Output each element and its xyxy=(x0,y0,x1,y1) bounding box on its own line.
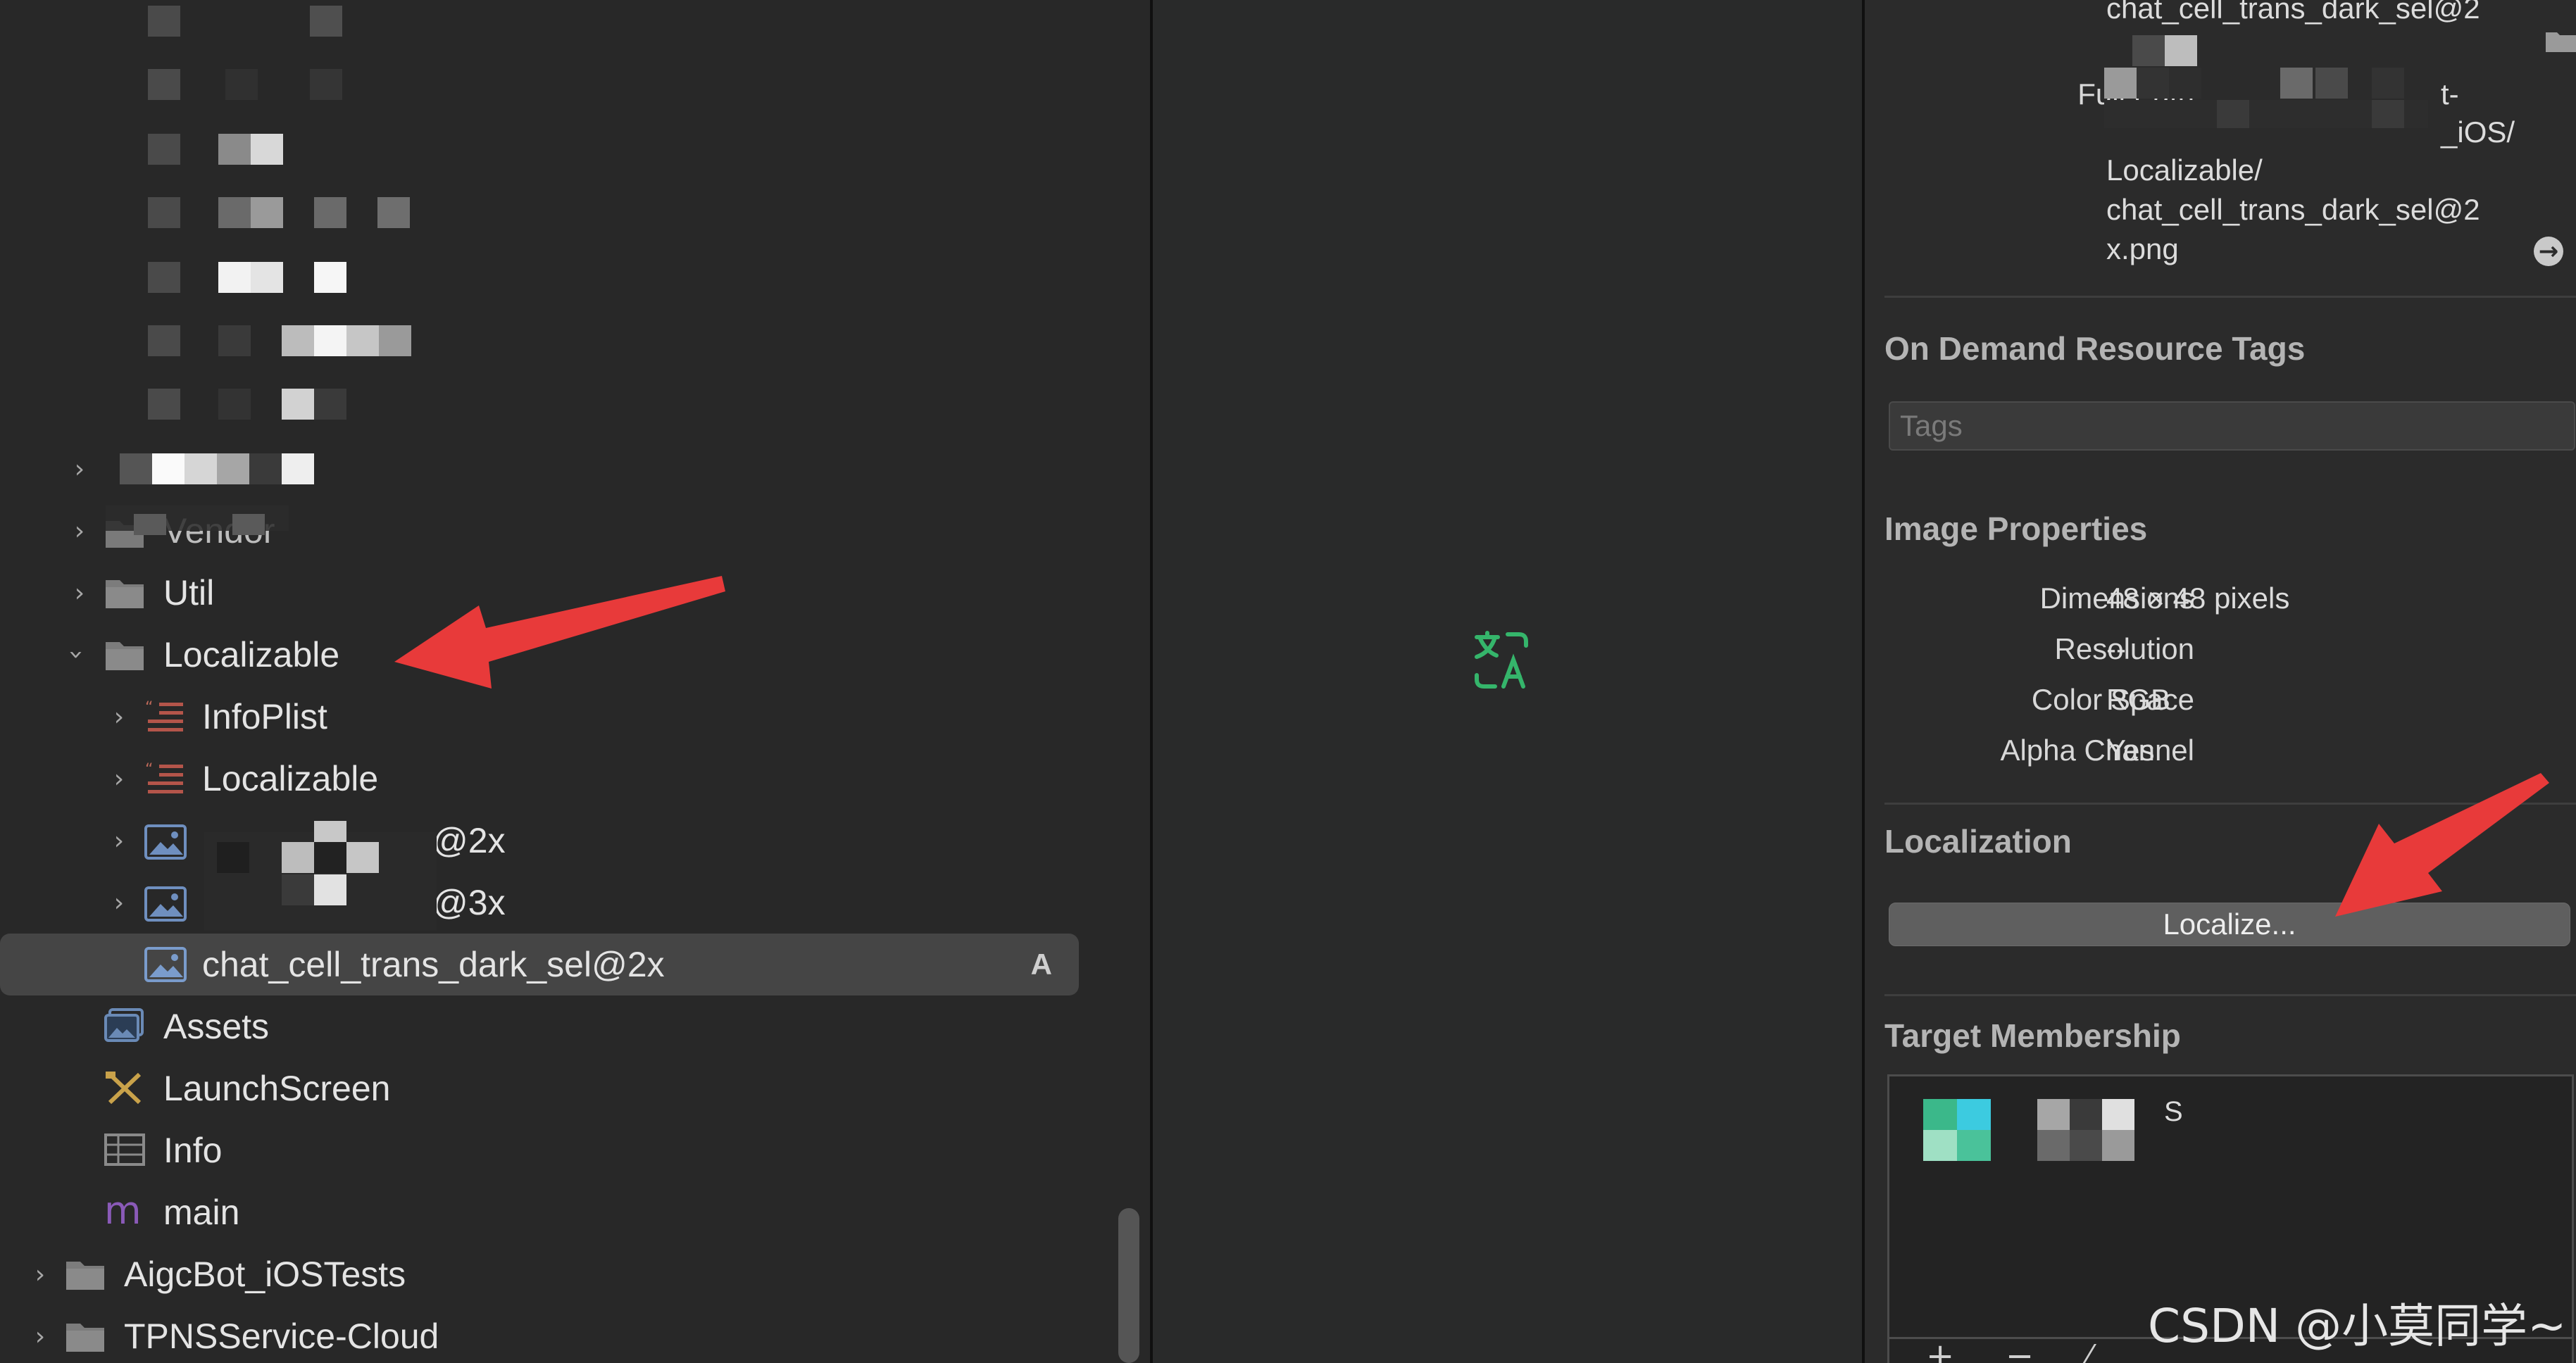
tree-row-launchscreen[interactable]: LaunchScreen xyxy=(0,1057,1099,1119)
chevron-right-icon[interactable]: › xyxy=(28,1260,52,1289)
localization-icon xyxy=(1475,631,1528,689)
svg-text:“: “ xyxy=(145,699,153,717)
svg-text:“: “ xyxy=(145,761,153,779)
property-key: Resolution xyxy=(2054,632,2194,665)
tree-label: LaunchScreen xyxy=(163,1069,391,1108)
objc-file-icon: m xyxy=(104,1188,142,1233)
annotation-arrow xyxy=(2335,773,2549,917)
tree-row-main[interactable]: m main xyxy=(0,1181,1099,1243)
tree-label: InfoPlist xyxy=(202,697,327,736)
section-title-localization: Localization xyxy=(1884,823,2072,860)
folder-icon xyxy=(66,1324,104,1352)
chevron-right-icon[interactable]: › xyxy=(68,455,92,484)
tree-row-vendor[interactable]: › Vendor xyxy=(0,500,1099,562)
image-file-icon xyxy=(144,824,187,860)
tags-input[interactable] xyxy=(1890,403,2574,449)
scm-status-badge: A xyxy=(1030,948,1052,981)
full-path-top-line: chat_cell_trans_dark_sel@2 xyxy=(2106,0,2480,25)
tree-row-image-2x[interactable]: › @2x xyxy=(0,810,1099,872)
target-name-fragment: S xyxy=(2164,1096,2183,1127)
tree-label: @3x xyxy=(432,883,506,922)
tags-field[interactable] xyxy=(1889,401,2575,451)
storyboard-icon xyxy=(106,1072,142,1105)
plist-icon xyxy=(104,1133,145,1166)
censored-region xyxy=(85,0,592,422)
chevron-right-icon[interactable]: › xyxy=(68,517,92,546)
tree-label: TPNSService-Cloud xyxy=(124,1317,439,1356)
chevron-right-icon[interactable]: › xyxy=(28,1322,52,1351)
tree-row-censored-folder[interactable]: › xyxy=(0,438,1099,500)
editor-area xyxy=(1153,0,1862,1363)
full-path-line: Localizable/ xyxy=(2106,153,2263,187)
separator xyxy=(1884,994,2576,996)
censored-label xyxy=(120,453,331,484)
edit-icon[interactable]: ⁄ xyxy=(2087,1342,2092,1363)
navigator-scrollbar[interactable] xyxy=(1118,1208,1139,1363)
section-title-image-properties: Image Properties xyxy=(1884,510,2148,547)
chevron-right-icon[interactable]: › xyxy=(68,579,92,608)
censored-target-name xyxy=(2037,1099,2164,1162)
chevron-right-icon[interactable]: › xyxy=(107,827,131,855)
tree-row-localizable-strings[interactable]: › “ Localizable xyxy=(0,748,1099,810)
remove-button[interactable]: − xyxy=(2006,1339,2034,1363)
asset-catalog-icon xyxy=(104,1008,144,1042)
property-value: -- xyxy=(2106,632,2126,665)
add-button[interactable]: + xyxy=(1926,1339,1954,1363)
strings-file-icon: “ xyxy=(145,699,183,731)
tree-row-image-3x[interactable]: › @3x xyxy=(0,872,1099,934)
full-path-line: x.png xyxy=(2106,232,2179,265)
property-value: 48 × 48 pixels xyxy=(2106,582,2290,615)
reveal-in-finder-icon[interactable]: → xyxy=(2534,237,2563,266)
tree-label: Info xyxy=(163,1131,223,1170)
tree-row-tpns[interactable]: › TPNSService-Cloud xyxy=(0,1305,1099,1363)
tree-row-selected-image[interactable]: chat_cell_trans_dark_sel@2x A xyxy=(0,934,1079,995)
folder-icon[interactable] xyxy=(2544,30,2576,54)
chevron-right-icon[interactable]: › xyxy=(107,765,131,793)
image-file-icon xyxy=(144,886,187,922)
image-file-icon xyxy=(144,947,187,982)
property-value: RGB xyxy=(2106,683,2171,716)
annotation-arrow xyxy=(394,576,725,689)
tree-label: Util xyxy=(163,573,215,613)
watermark: CSDN @小莫同学~ xyxy=(2148,1299,2567,1353)
tree-label: chat_cell_trans_dark_sel@2x xyxy=(202,945,665,984)
strings-file-icon: “ xyxy=(145,761,183,793)
tree-label: Localizable xyxy=(163,635,340,674)
app-target-icon xyxy=(1923,1099,1991,1162)
tree-label: @2x xyxy=(432,821,506,860)
folder-icon xyxy=(106,642,144,670)
censored-region xyxy=(204,810,437,936)
chevron-right-icon[interactable]: › xyxy=(107,888,131,917)
tree-row-info[interactable]: Info xyxy=(0,1119,1099,1181)
project-navigator: › › Vendor › Util › Localizable › “ Info… xyxy=(0,0,1150,1363)
separator xyxy=(1884,296,2576,298)
tree-label: Assets xyxy=(163,1007,270,1046)
censored-path xyxy=(2104,28,2428,141)
section-title-target-membership: Target Membership xyxy=(1884,1017,2181,1054)
tree-label: AigcBot_iOSTests xyxy=(124,1255,406,1294)
chevron-right-icon[interactable]: › xyxy=(107,703,131,731)
tree-label: main xyxy=(163,1193,240,1232)
censored-overlay xyxy=(106,500,289,542)
section-title-on-demand: On Demand Resource Tags xyxy=(1884,330,2306,367)
tree-row-tests[interactable]: › AigcBot_iOSTests xyxy=(0,1243,1099,1305)
full-path-line: chat_cell_trans_dark_sel@2 xyxy=(2106,193,2480,226)
chevron-down-icon[interactable]: › xyxy=(63,643,92,667)
file-inspector: chat_cell_trans_dark_sel@2 Full Path t- … xyxy=(1865,0,2576,1363)
tree-row-assets[interactable]: Assets xyxy=(0,995,1099,1057)
property-value: Yes xyxy=(2106,734,2155,767)
tree-label: Localizable xyxy=(202,759,379,798)
full-path-line: _iOS/ xyxy=(2441,115,2515,149)
full-path-line: t- xyxy=(2441,77,2459,111)
folder-icon xyxy=(66,1262,104,1290)
folder-icon xyxy=(106,580,144,608)
